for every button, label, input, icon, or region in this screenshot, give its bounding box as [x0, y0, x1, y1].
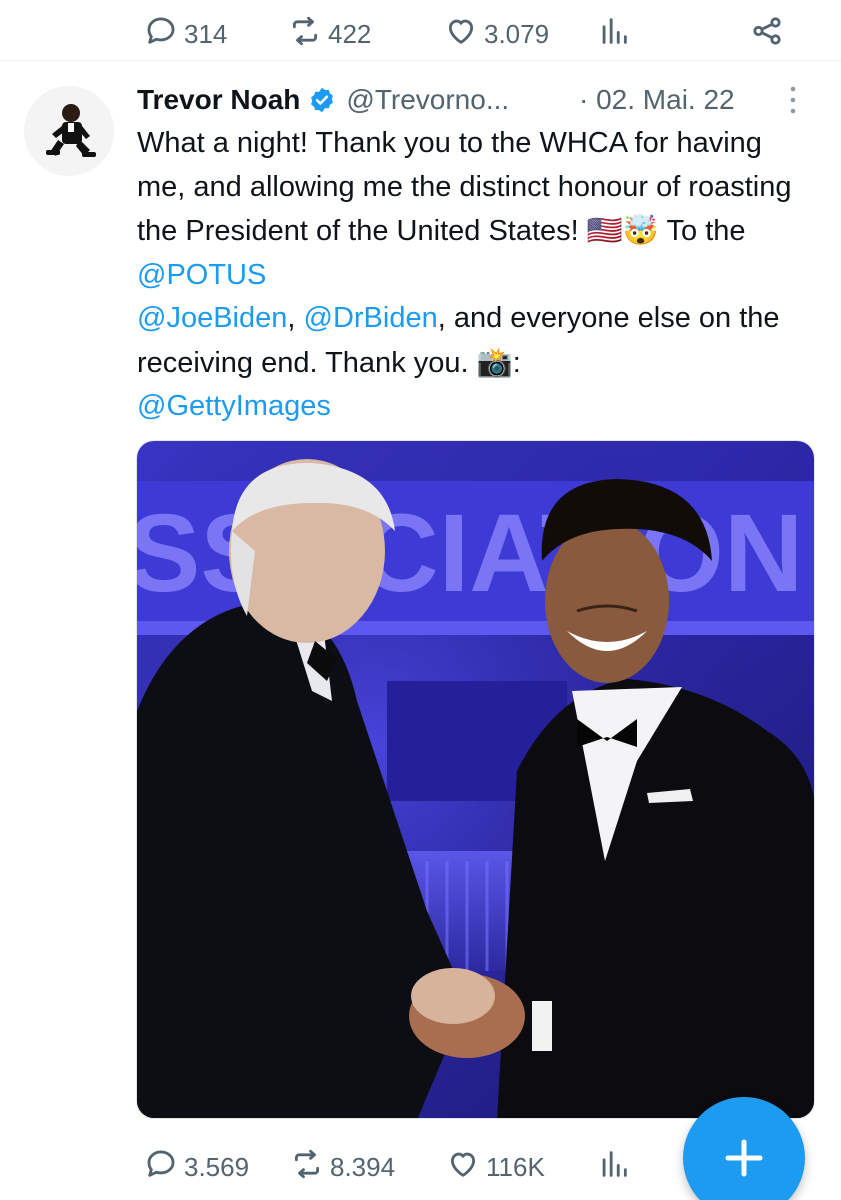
- more-icon[interactable]: [789, 85, 797, 115]
- views-button[interactable]: [597, 1147, 631, 1188]
- previous-tweet-actions: 314 422 3.079: [0, 0, 841, 60]
- like-icon: [446, 1147, 480, 1188]
- tweet-text-comma: ,: [287, 302, 304, 334]
- author-name[interactable]: Trevor Noah: [137, 84, 300, 116]
- reply-button[interactable]: 3.569: [144, 1147, 249, 1188]
- mention-joebiden-link[interactable]: @JoeBiden: [137, 302, 287, 334]
- reply-button[interactable]: 314: [144, 14, 227, 55]
- reply-icon: [144, 1147, 178, 1188]
- share-button[interactable]: [750, 14, 784, 55]
- views-icon: [597, 14, 631, 55]
- retweet-count: 422: [328, 19, 372, 49]
- retweet-button[interactable]: 8.394: [290, 1147, 395, 1188]
- camera-emoji: 📸: [476, 344, 513, 379]
- avatar[interactable]: [24, 86, 114, 176]
- compose-plus-icon: [725, 1139, 763, 1177]
- views-button[interactable]: [597, 14, 631, 55]
- tweet-divider: [0, 60, 841, 61]
- like-button[interactable]: 3.079: [444, 14, 549, 55]
- tweet-date[interactable]: · 02. Mai. 22: [579, 80, 735, 120]
- reply-icon: [144, 14, 178, 55]
- mention-potus-link[interactable]: @POTUS: [137, 259, 266, 291]
- reply-count: 3.569: [184, 1152, 250, 1182]
- reply-count: 314: [184, 19, 228, 49]
- retweet-icon: [288, 14, 322, 55]
- views-icon: [597, 1147, 631, 1188]
- flag-mindblown-emoji: 🇺🇸🤯: [586, 213, 659, 247]
- mention-drbiden-link[interactable]: @DrBiden: [304, 302, 438, 334]
- retweet-count: 8.394: [330, 1152, 396, 1182]
- mention-gettyimages-link[interactable]: @GettyImages: [137, 390, 331, 422]
- avatar-image: [24, 86, 114, 176]
- retweet-icon: [290, 1147, 324, 1188]
- tweet-text: What a night! Thank you to the WHCA for …: [137, 122, 817, 429]
- like-button[interactable]: 116K: [446, 1147, 545, 1188]
- retweet-button[interactable]: 422: [288, 14, 371, 55]
- like-count: 3.079: [484, 19, 550, 49]
- like-icon: [444, 14, 478, 55]
- tweet-photo[interactable]: SSOCIATION: [136, 440, 815, 1119]
- author-handle[interactable]: @Trevorno...: [346, 84, 509, 116]
- share-icon: [750, 14, 784, 55]
- tweet-header: Trevor Noah @Trevorno... · 02. Mai. 22: [137, 80, 817, 120]
- like-count: 116K: [486, 1152, 545, 1182]
- verified-badge-icon: [311, 87, 334, 113]
- photo-illustration: SSOCIATION: [137, 441, 814, 1118]
- tweet-text-colon: :: [512, 346, 521, 379]
- tweet-text-part2: To the: [659, 215, 746, 247]
